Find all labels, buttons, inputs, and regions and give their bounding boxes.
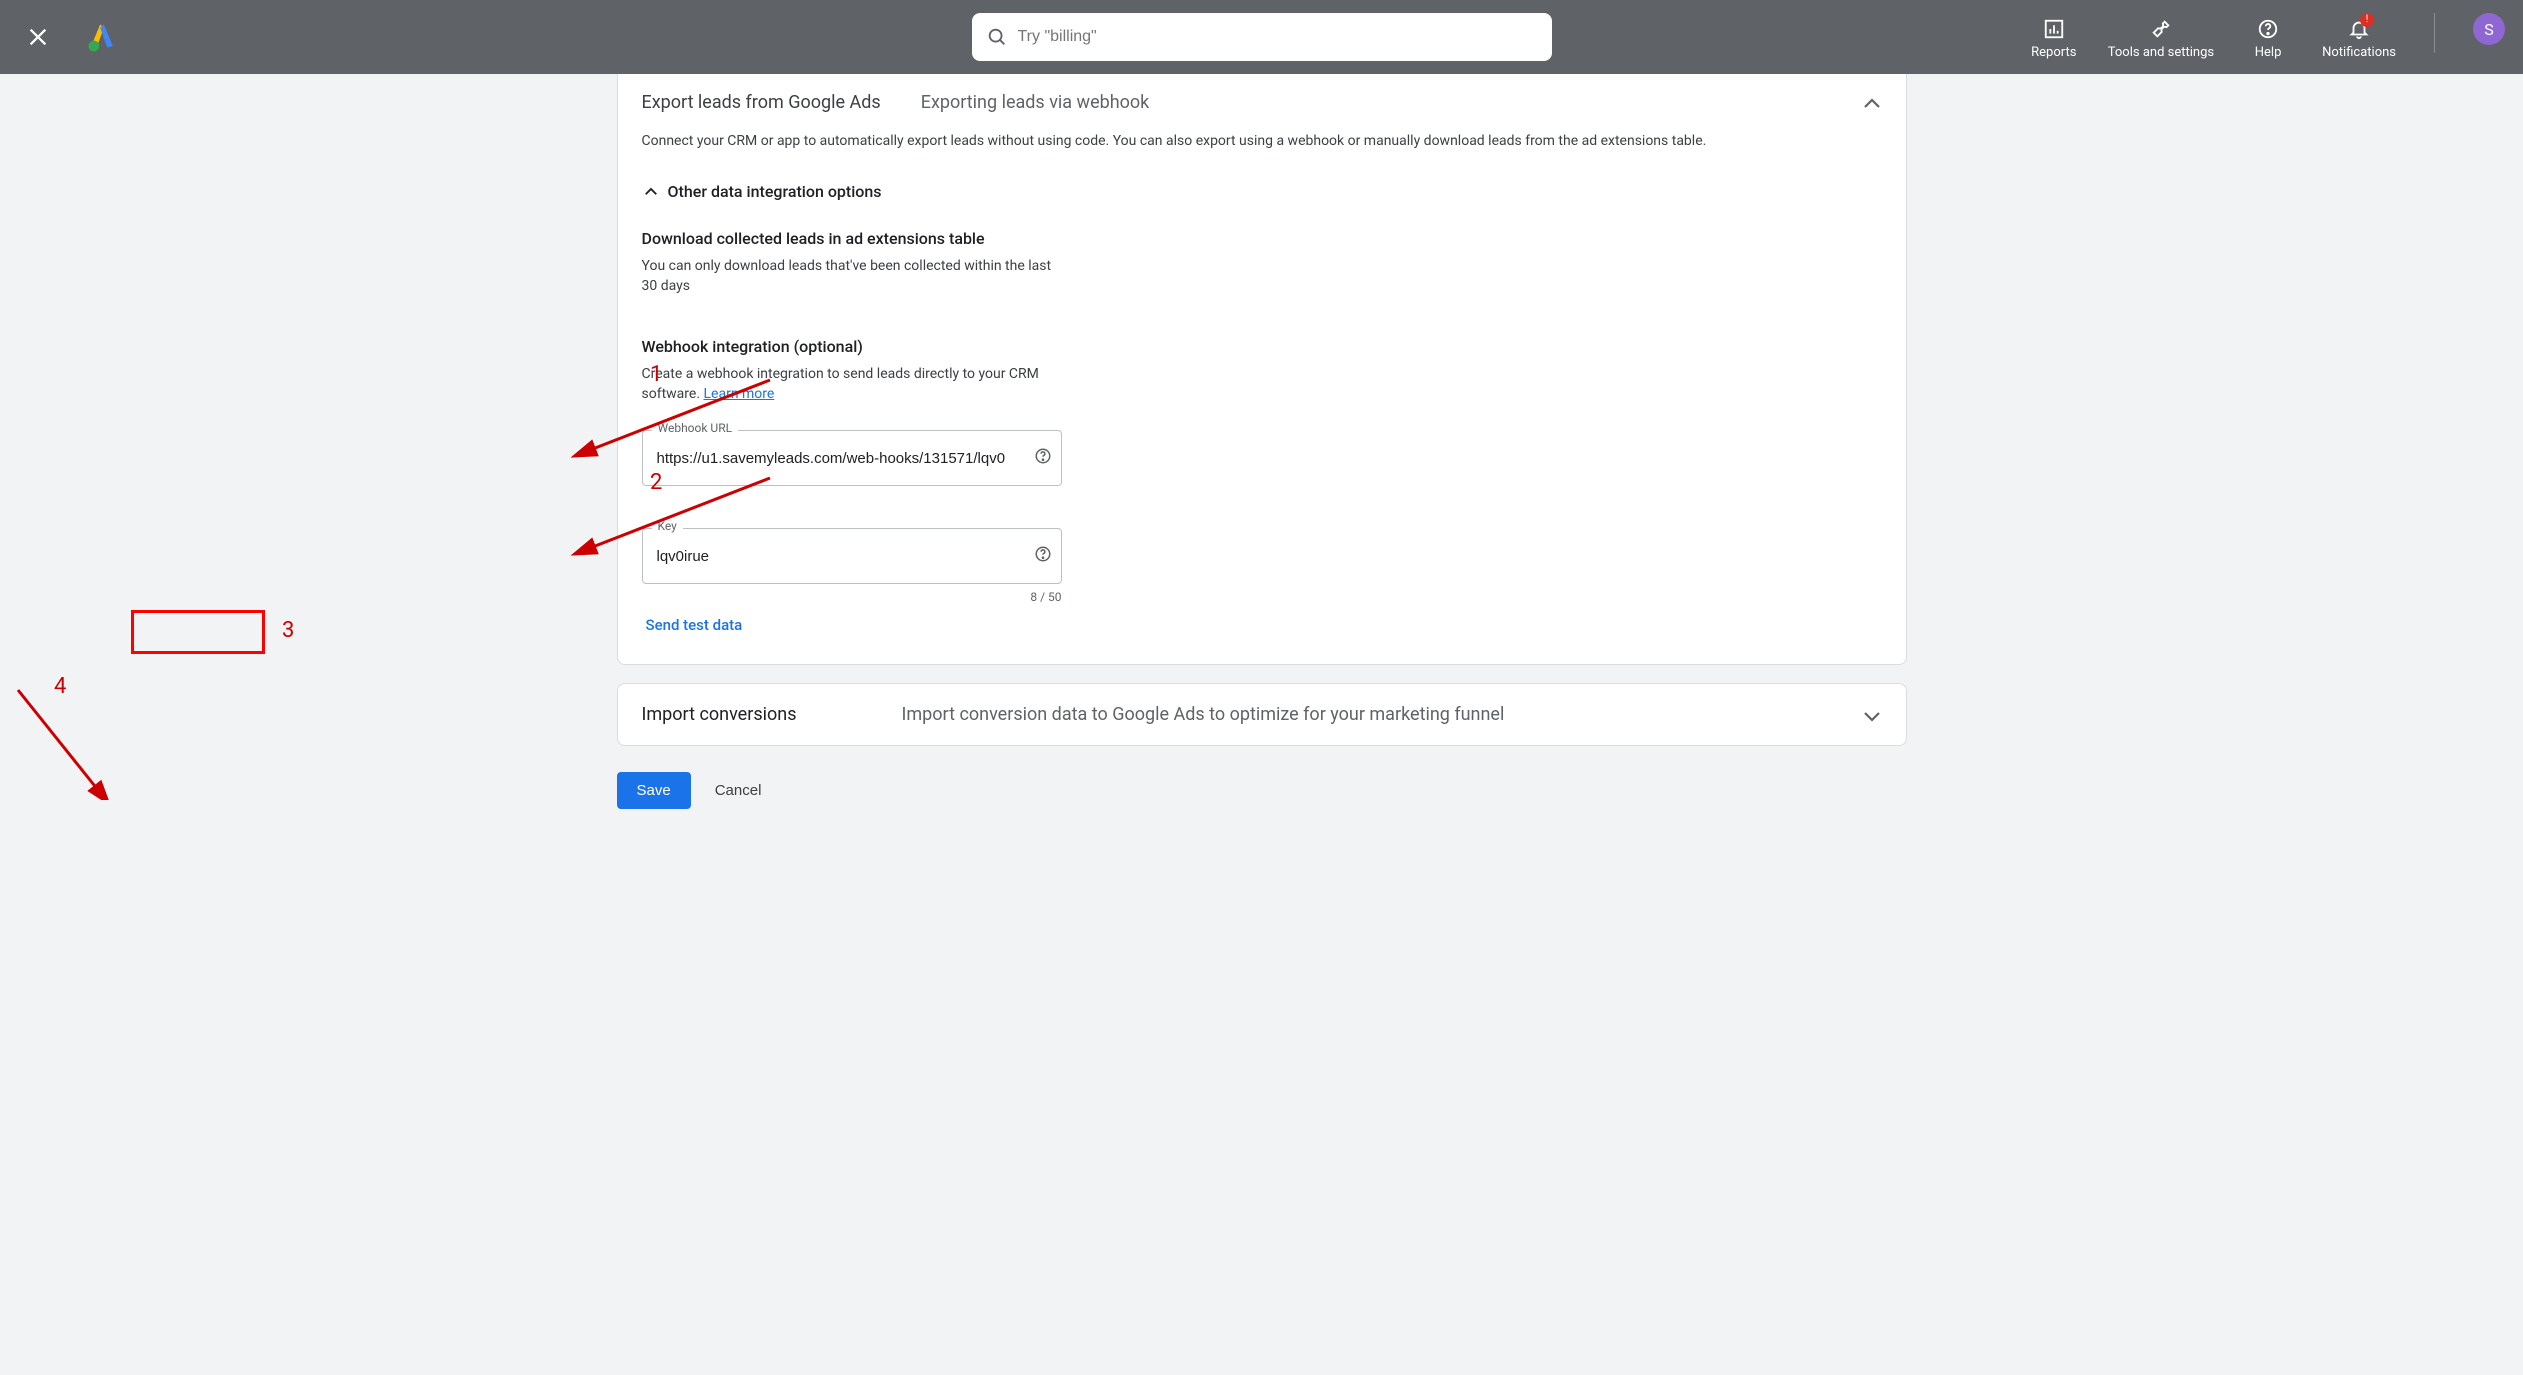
nav-tools[interactable]: Tools and settings (2108, 13, 2214, 61)
nav-notifications[interactable]: ! Notifications (2322, 13, 2396, 61)
webhook-url-help[interactable] (1034, 447, 1052, 469)
annotation-number-3: 3 (282, 618, 294, 643)
chevron-up-icon (1860, 92, 1884, 116)
avatar-letter: S (2484, 20, 2494, 39)
download-desc: You can only download leads that've been… (642, 256, 1062, 297)
other-options-label: Other data integration options (668, 182, 882, 201)
webhook-url-input[interactable] (642, 430, 1062, 486)
nav-help[interactable]: Help (2242, 13, 2294, 61)
webhook-url-label: Webhook URL (652, 421, 739, 435)
annotation-arrow-4 (8, 680, 118, 800)
export-description: Connect your CRM or app to automatically… (642, 131, 1882, 152)
help-icon (2257, 18, 2279, 40)
nav-notifications-label: Notifications (2322, 45, 2396, 61)
key-char-count: 8 / 50 (642, 590, 1062, 604)
help-circle-icon (1034, 545, 1052, 563)
close-icon (27, 26, 49, 48)
other-options-toggle[interactable]: Other data integration options (642, 182, 1882, 201)
divider (2434, 13, 2435, 53)
export-subtitle: Exporting leads via webhook (921, 92, 1150, 113)
nav-tools-label: Tools and settings (2108, 45, 2214, 61)
expand-toggle[interactable] (1860, 704, 1884, 732)
webhook-key-input[interactable] (642, 528, 1062, 584)
import-conversions-card[interactable]: Import conversions Import conversion dat… (617, 683, 1907, 746)
nav-reports-label: Reports (2031, 45, 2076, 61)
import-title: Import conversions (642, 704, 902, 725)
webhook-desc: Create a webhook integration to send lea… (642, 364, 1062, 405)
import-desc: Import conversion data to Google Ads to … (902, 704, 1505, 725)
webhook-desc-text: Create a webhook integration to send lea… (642, 366, 1039, 402)
nav-reports[interactable]: Reports (2028, 13, 2080, 61)
save-button[interactable]: Save (617, 772, 691, 809)
chevron-down-icon (1860, 704, 1884, 728)
chevron-up-icon (642, 183, 660, 201)
nav-help-label: Help (2255, 45, 2282, 61)
avatar[interactable]: S (2473, 13, 2505, 45)
send-test-data-link[interactable]: Send test data (642, 610, 747, 640)
search-input[interactable] (1018, 28, 1538, 46)
export-title: Export leads from Google Ads (642, 92, 881, 113)
webhook-key-field: Key (642, 528, 1062, 584)
google-ads-logo (84, 19, 120, 55)
webhook-key-help[interactable] (1034, 545, 1052, 567)
webhook-key-label: Key (652, 519, 683, 533)
search-box[interactable] (972, 13, 1552, 61)
download-heading: Download collected leads in ad extension… (642, 229, 1882, 248)
cancel-button[interactable]: Cancel (715, 782, 762, 799)
collapse-toggle[interactable] (1860, 92, 1884, 120)
webhook-url-field: Webhook URL (642, 430, 1062, 486)
annotation-number-4: 4 (54, 674, 66, 699)
reports-icon (2043, 18, 2065, 40)
search-icon (986, 26, 1008, 48)
learn-more-link[interactable]: Learn more (704, 386, 775, 402)
notification-badge: ! (2360, 13, 2374, 27)
wrench-icon (2150, 18, 2172, 40)
annotation-box-3 (131, 610, 265, 654)
export-leads-card: Export leads from Google Ads Exporting l… (617, 74, 1907, 665)
help-circle-icon (1034, 447, 1052, 465)
webhook-heading: Webhook integration (optional) (642, 337, 1882, 356)
close-button[interactable] (18, 17, 58, 57)
